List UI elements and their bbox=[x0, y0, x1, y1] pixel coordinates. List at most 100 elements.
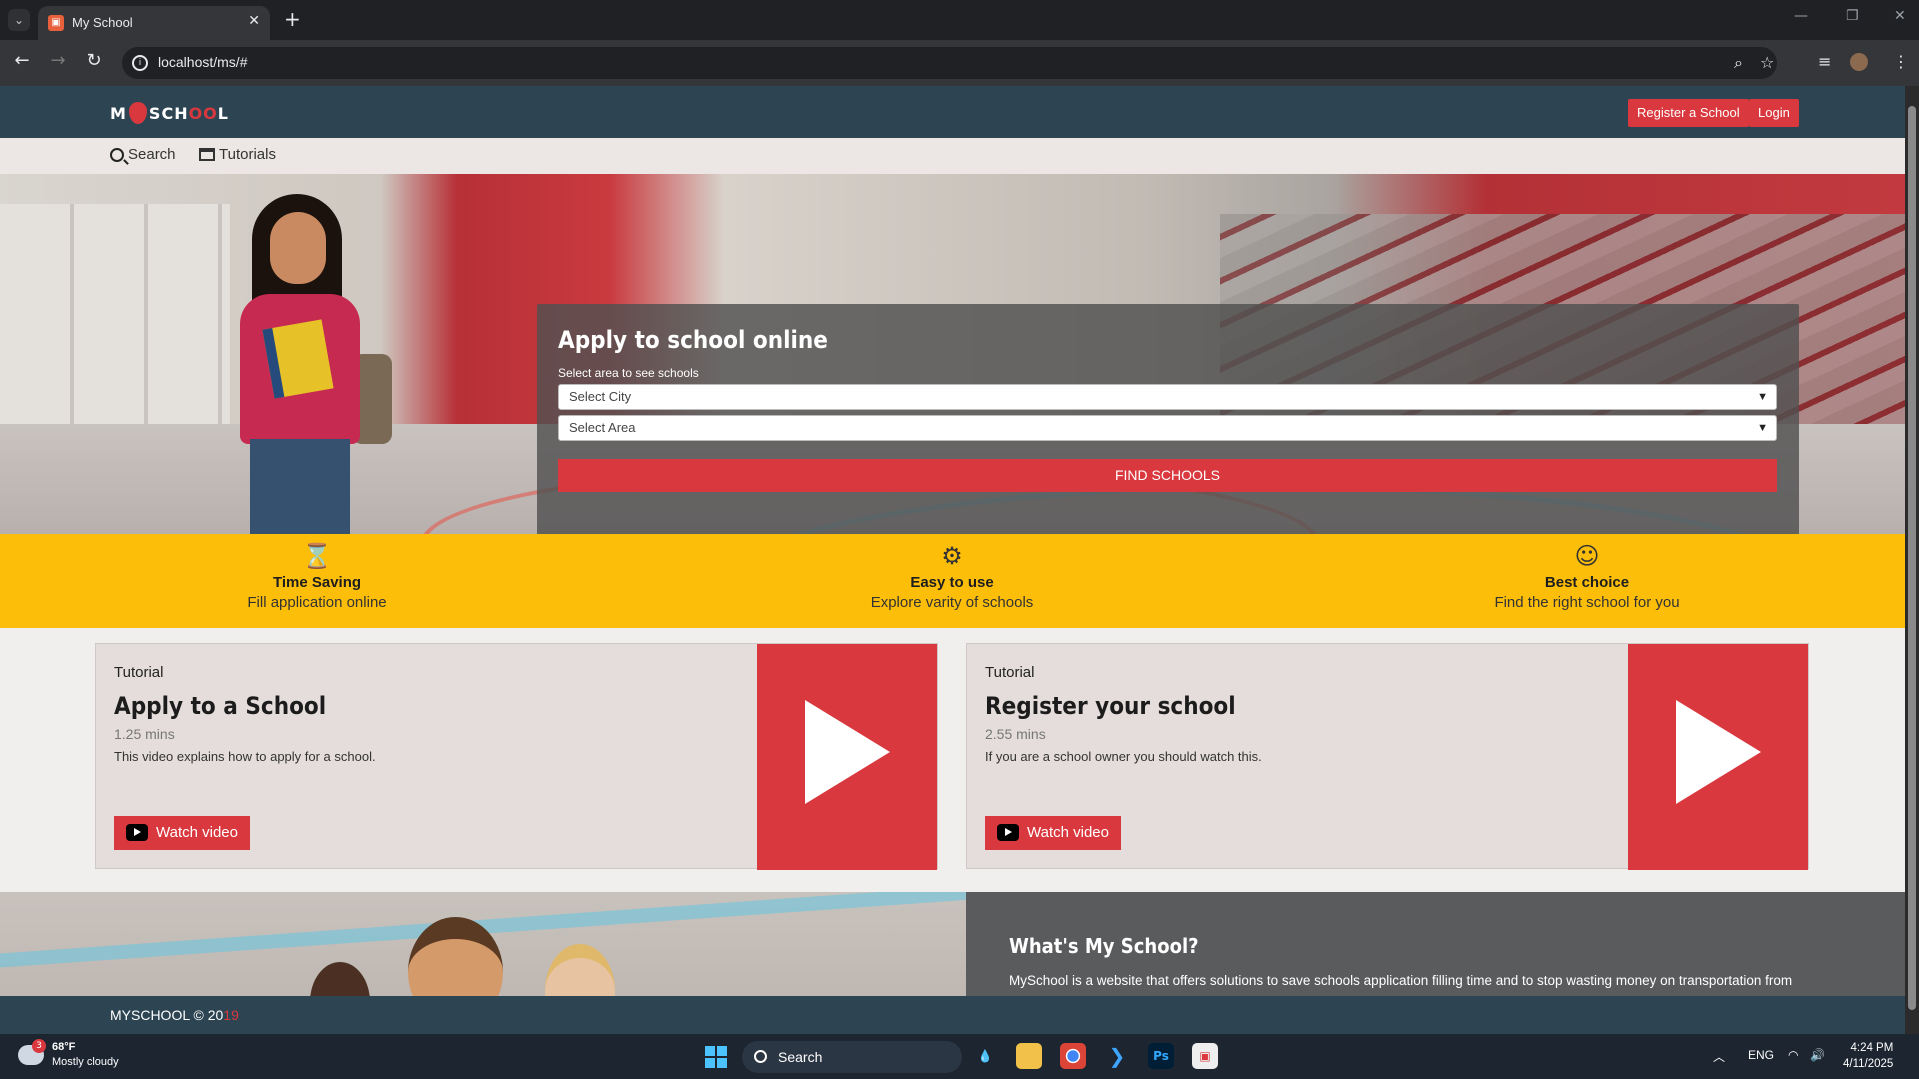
youtube-icon bbox=[997, 824, 1019, 841]
feature-desc: Explore varity of schools bbox=[870, 594, 1034, 611]
tutorial-card-register: Tutorial Register your school 2.55 mins … bbox=[966, 643, 1809, 870]
tab-list-chevron-icon[interactable]: ⌄ bbox=[8, 9, 30, 31]
file-explorer-icon[interactable] bbox=[1016, 1043, 1042, 1069]
clock-date: 4/11/2025 bbox=[1843, 1058, 1894, 1070]
chevron-down-icon: ▼ bbox=[1757, 422, 1768, 434]
page-viewport: M SCH OO L Register a School Login Searc… bbox=[0, 86, 1905, 1034]
register-school-button[interactable]: Register a School bbox=[1628, 99, 1749, 127]
new-tab-icon[interactable]: + bbox=[284, 7, 301, 31]
features-strip: ⌛ Time Saving Fill application online ⚙ … bbox=[0, 534, 1905, 628]
logo-m: M bbox=[110, 103, 127, 123]
footer-copyright: MYSCHOOL © 2019 bbox=[110, 1007, 239, 1023]
card-kicker: Tutorial bbox=[985, 664, 1035, 681]
xampp-icon[interactable]: ▣ bbox=[1192, 1043, 1218, 1069]
site-info-icon[interactable]: i bbox=[132, 55, 148, 71]
card-title: Apply to a School bbox=[114, 692, 327, 720]
cloud-icon: 3 bbox=[18, 1039, 46, 1065]
zoom-icon[interactable]: ⌕ bbox=[1734, 53, 1743, 73]
tools-icon: ⚙ bbox=[941, 542, 963, 570]
hero-student-image bbox=[212, 194, 402, 534]
weather-temp: 68°F bbox=[52, 1041, 76, 1053]
weather-desc: Mostly cloudy bbox=[52, 1056, 119, 1068]
myschool-logo[interactable]: M SCH OO L bbox=[110, 100, 229, 126]
video-play-button[interactable] bbox=[1628, 644, 1808, 870]
feature-title: Best choice bbox=[1544, 574, 1630, 591]
forward-icon[interactable]: → bbox=[46, 50, 70, 71]
profile-avatar[interactable] bbox=[1850, 53, 1868, 71]
taskbar-search-label: Search bbox=[778, 1049, 823, 1065]
feature-title: Easy to use bbox=[910, 574, 994, 591]
photoshop-icon[interactable]: Ps bbox=[1148, 1043, 1174, 1069]
area-select-value: Select Area bbox=[569, 420, 636, 435]
tray-overflow-icon[interactable]: ︿ bbox=[1713, 1048, 1725, 1065]
footer-year: 19 bbox=[223, 1007, 239, 1023]
nav-tutorials-link[interactable]: Tutorials bbox=[199, 146, 276, 163]
apply-title: Apply to school online bbox=[558, 326, 828, 354]
feature-time-saving: ⌛ Time Saving Fill application online bbox=[137, 540, 497, 611]
weather-widget[interactable]: 3 68°F Mostly cloudy bbox=[18, 1039, 119, 1070]
feature-best-choice: ☺ Best choice Find the right school for … bbox=[1407, 540, 1767, 611]
watch-video-button[interactable]: Watch video bbox=[985, 816, 1121, 850]
watch-video-label: Watch video bbox=[156, 824, 238, 841]
city-select[interactable]: Select City ▼ bbox=[558, 384, 1777, 410]
bookmark-star-icon[interactable]: ☆ bbox=[1760, 53, 1774, 72]
address-url[interactable]: localhost/ms/# bbox=[158, 54, 247, 70]
video-play-button[interactable] bbox=[757, 644, 937, 870]
tutorial-card-apply: Tutorial Apply to a School 1.25 mins Thi… bbox=[95, 643, 938, 870]
play-icon bbox=[1676, 700, 1761, 804]
close-tab-icon[interactable]: ✕ bbox=[248, 13, 260, 29]
search-icon bbox=[754, 1050, 767, 1063]
logo-sch: SCH bbox=[148, 103, 189, 123]
play-icon bbox=[805, 700, 890, 804]
page-scrollbar[interactable] bbox=[1905, 86, 1919, 1034]
card-description: If you are a school owner you should wat… bbox=[985, 749, 1262, 764]
find-schools-button[interactable]: FIND SCHOOLS bbox=[558, 459, 1777, 492]
start-button[interactable] bbox=[705, 1046, 727, 1068]
hourglass-icon: ⌛ bbox=[302, 542, 332, 570]
clock-time: 4:24 PM bbox=[1850, 1042, 1894, 1054]
login-button[interactable]: Login bbox=[1749, 99, 1799, 127]
watch-video-button[interactable]: Watch video bbox=[114, 816, 250, 850]
reload-icon[interactable]: ↻ bbox=[82, 50, 106, 71]
card-duration: 2.55 mins bbox=[985, 726, 1046, 742]
feature-easy-to-use: ⚙ Easy to use Explore varity of schools bbox=[772, 540, 1132, 611]
card-title: Register your school bbox=[985, 692, 1236, 720]
nav-tutorials-label: Tutorials bbox=[219, 146, 276, 163]
address-bar[interactable]: i localhost/ms/# ⌕ ☆ bbox=[122, 47, 1777, 79]
nav-search-link[interactable]: Search bbox=[110, 146, 176, 163]
language-indicator[interactable]: ENG bbox=[1748, 1048, 1774, 1062]
sub-navigation: Search Tutorials bbox=[0, 138, 1905, 174]
vscode-icon[interactable]: ❯ bbox=[1104, 1043, 1130, 1069]
back-icon[interactable]: ← bbox=[10, 50, 34, 71]
about-text: MySchool is a website that offers soluti… bbox=[1009, 973, 1793, 988]
media-controls-icon[interactable]: ≡ bbox=[1818, 52, 1831, 71]
graduate-icon: ☺ bbox=[1574, 542, 1600, 570]
site-footer: MYSCHOOL © 2019 bbox=[0, 996, 1905, 1034]
wifi-icon[interactable]: ◠ bbox=[1788, 1048, 1798, 1062]
minimize-icon[interactable]: — bbox=[1794, 8, 1808, 24]
window-close-icon[interactable]: ✕ bbox=[1894, 8, 1906, 24]
feature-title: Time Saving bbox=[272, 574, 362, 591]
apply-subtitle: Select area to see schools bbox=[558, 366, 699, 380]
tab-title: My School bbox=[72, 15, 133, 30]
apply-form-panel: Apply to school online Select area to se… bbox=[537, 304, 1799, 534]
taskbar-search[interactable]: Search bbox=[742, 1041, 962, 1073]
chevron-down-icon: ▼ bbox=[1757, 391, 1768, 403]
card-description: This video explains how to apply for a s… bbox=[114, 749, 376, 764]
about-title: What's My School? bbox=[1009, 934, 1199, 958]
volume-icon[interactable]: 🔊 bbox=[1810, 1048, 1825, 1062]
logo-pin-icon bbox=[128, 102, 147, 124]
footer-text: MYSCHOOL © 20 bbox=[110, 1007, 224, 1023]
site-header: M SCH OO L Register a School Login bbox=[0, 86, 1905, 138]
system-clock[interactable]: 4:24 PM 4/11/2025 bbox=[1843, 1040, 1893, 1072]
restore-icon[interactable]: ❐ bbox=[1846, 8, 1859, 24]
chrome-icon[interactable] bbox=[1060, 1043, 1086, 1069]
card-kicker: Tutorial bbox=[114, 664, 164, 681]
hero-banner: Apply to school online Select area to se… bbox=[0, 174, 1905, 534]
browser-menu-icon[interactable]: ⋮ bbox=[1893, 52, 1909, 71]
browser-tab[interactable]: ▣ My School ✕ bbox=[38, 6, 270, 40]
area-select[interactable]: Select Area ▼ bbox=[558, 415, 1777, 441]
youtube-icon bbox=[126, 824, 148, 841]
drop-app-icon[interactable]: 💧 bbox=[972, 1043, 998, 1069]
scroll-thumb[interactable] bbox=[1908, 106, 1916, 1010]
